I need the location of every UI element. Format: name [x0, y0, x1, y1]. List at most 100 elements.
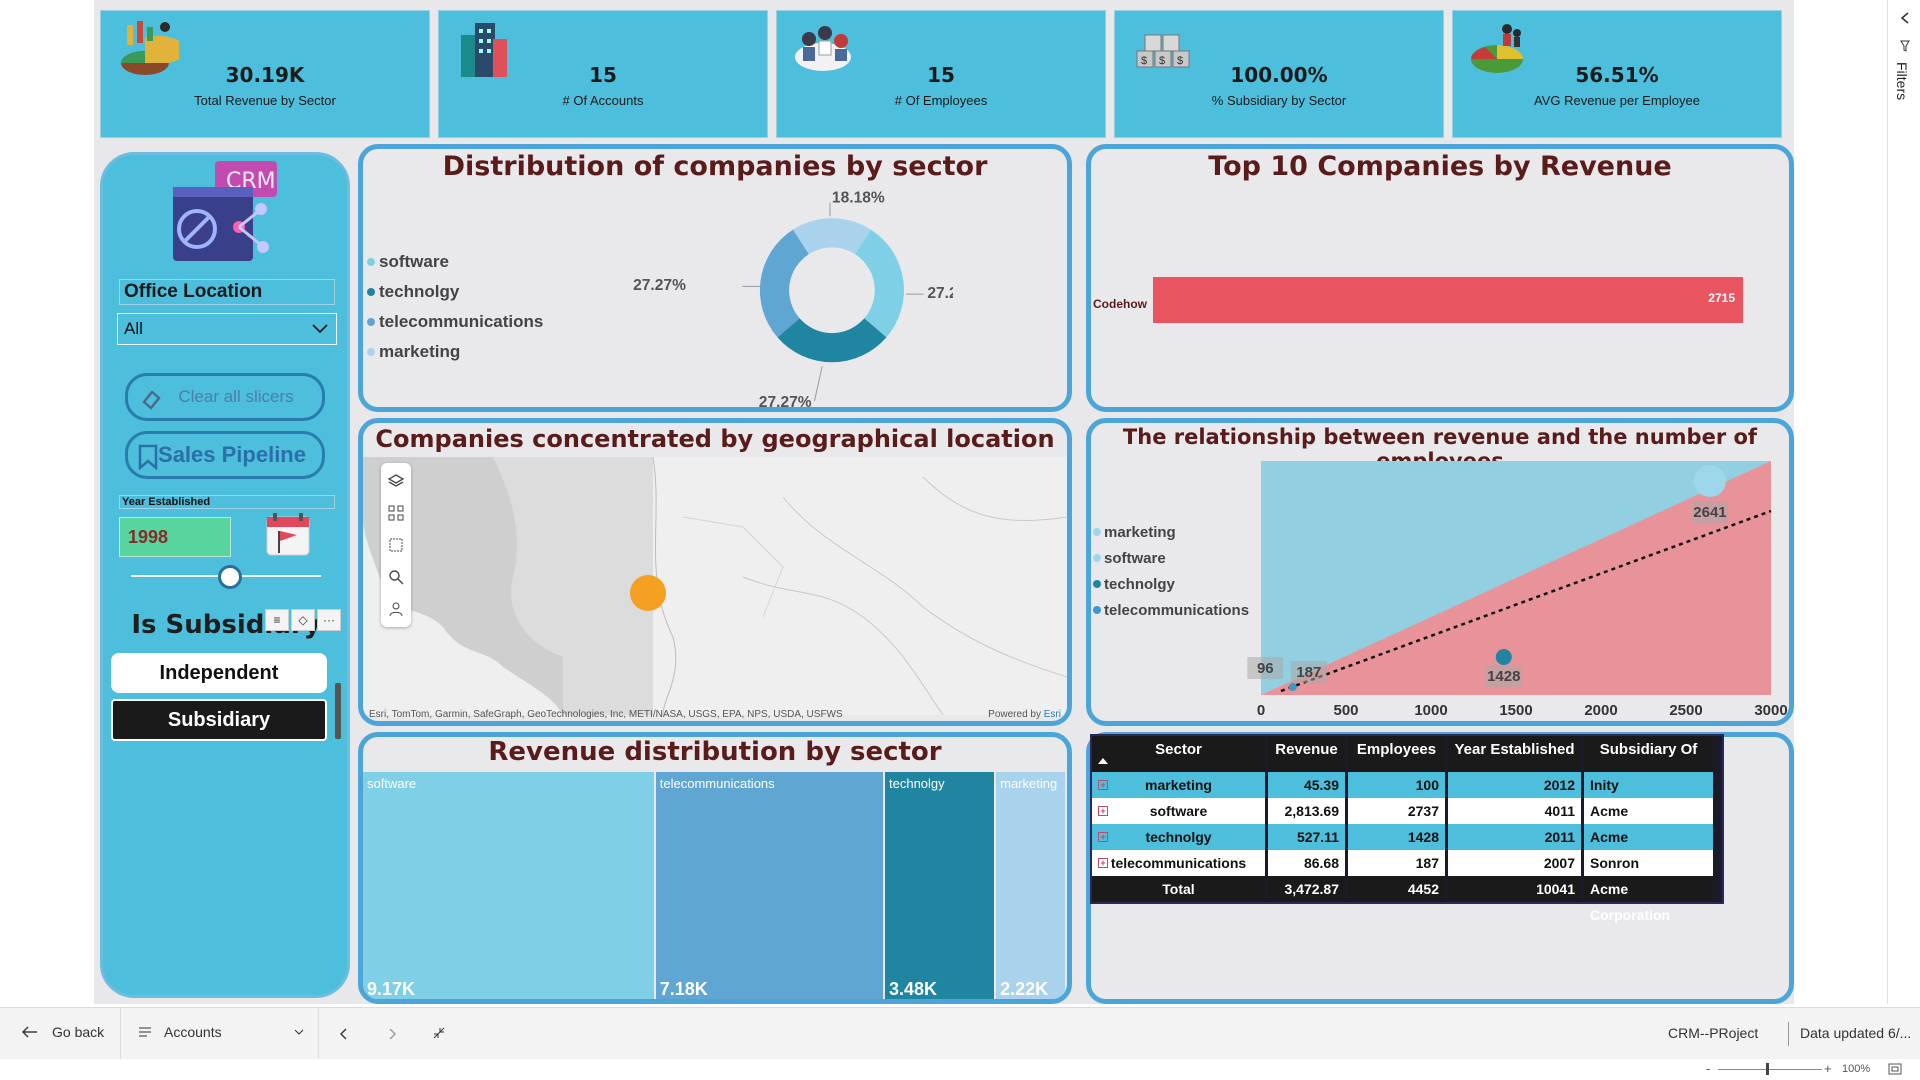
- independent-button[interactable]: Independent: [111, 653, 327, 693]
- eraser-icon: [142, 390, 161, 410]
- column-header[interactable]: Revenue: [1268, 736, 1348, 772]
- total-cell: 4452: [1348, 876, 1448, 902]
- year-established-title: Year Established: [119, 495, 335, 509]
- location-bubble[interactable]: [630, 575, 666, 611]
- menu-icon: [139, 1027, 151, 1037]
- page-selector[interactable]: Accounts: [138, 1024, 310, 1040]
- kpi-subsidiary: $ $ $ 100.00% % Subsidiary by Sector: [1114, 10, 1444, 138]
- expand-icon[interactable]: +: [1098, 832, 1108, 842]
- table-cell: Acme Corporation: [1584, 824, 1716, 871]
- zoom-out-button[interactable]: -: [1706, 1061, 1710, 1076]
- subsidiary-button[interactable]: Subsidiary: [111, 699, 327, 741]
- table-cell: + telecommunications: [1092, 850, 1268, 876]
- x-tick-label: 0: [1257, 702, 1265, 719]
- sector-table: Sector Revenue Employees Year Established Su…: [1090, 734, 1724, 923]
- status-bar: - + 100%: [0, 1059, 1920, 1080]
- esri-link[interactable]: Esri: [1044, 709, 1061, 720]
- table-cell: 2,813.69: [1268, 798, 1348, 824]
- donut-data-label: 27.27%: [633, 277, 686, 294]
- select-area-icon[interactable]: [388, 537, 404, 553]
- sort-ascending-icon[interactable]: [1098, 758, 1108, 764]
- treemap-tile-software[interactable]: software 9.17K: [363, 772, 654, 999]
- clear-all-slicers-button[interactable]: Clear all slicers: [125, 373, 325, 421]
- revenue-bar[interactable]: 2715: [1153, 277, 1743, 323]
- legend-item[interactable]: technolgy: [367, 277, 543, 307]
- treemap-tile-label: telecommunications: [659, 776, 775, 791]
- top10-panel: Top 10 Companies by Revenue Codehow 2715: [1086, 144, 1794, 412]
- bookmark-icon: [138, 444, 158, 470]
- legend-dot-icon: [367, 258, 375, 266]
- x-tick-label: 2500: [1669, 702, 1702, 719]
- table-cell: 4011: [1448, 798, 1584, 824]
- search-icon[interactable]: [388, 569, 404, 585]
- year-established-input[interactable]: 1998: [119, 517, 231, 557]
- column-header[interactable]: Sector: [1092, 736, 1268, 772]
- scatter-point-software[interactable]: [1693, 465, 1726, 497]
- kpi-accounts: 15 # Of Accounts: [438, 10, 768, 138]
- table-row[interactable]: + marketing 45.39 100 2012 Inity: [1092, 772, 1722, 798]
- donut-data-label: 27.27%: [759, 394, 812, 409]
- more-options-icon[interactable]: ···: [317, 609, 341, 631]
- treemap-tile-technolgy[interactable]: technolgy 3.48K: [885, 772, 995, 999]
- year-slider-thumb[interactable]: [218, 565, 242, 589]
- clear-all-slicers-label: Clear all slicers: [178, 387, 294, 406]
- scatter-data-label: 187: [1296, 664, 1321, 681]
- kpi-label: # Of Employees: [894, 93, 988, 108]
- legend-item[interactable]: telecommunications: [367, 307, 543, 337]
- qr-icon[interactable]: [388, 505, 404, 521]
- table-row[interactable]: + technolgy 527.1114282011Acme Corporation: [1092, 824, 1722, 871]
- previous-page-icon[interactable]: [338, 1027, 350, 1041]
- table-cell: 45.39: [1268, 772, 1348, 798]
- office-location-dropdown[interactable]: All: [117, 313, 337, 345]
- fit-page-icon[interactable]: [1888, 1063, 1902, 1075]
- filter-icon: [1900, 40, 1910, 52]
- person-icon[interactable]: [388, 601, 404, 617]
- table-cell: Acme Corporation: [1584, 798, 1716, 845]
- column-header[interactable]: Employees: [1348, 736, 1448, 772]
- table-cell: 2737: [1348, 798, 1448, 824]
- map-canvas[interactable]: [363, 457, 1067, 715]
- visual-header-tools: ≡ ◇ ···: [265, 609, 341, 631]
- kpi-employees: 15 # Of Employees: [776, 10, 1106, 138]
- bottom-navigation-bar: Go back Accounts CRM--PRoject Data updat…: [0, 1007, 1920, 1060]
- eraser-small-icon[interactable]: ◇: [291, 609, 315, 631]
- map-panel: Companies concentrated by geographical l…: [358, 418, 1072, 726]
- go-back-button[interactable]: Go back: [22, 1024, 104, 1040]
- zoom-in-button[interactable]: +: [1824, 1061, 1832, 1076]
- treemap-tile-telecommunications[interactable]: telecommunications 7.18K: [655, 772, 883, 999]
- legend-item[interactable]: marketing: [367, 337, 543, 367]
- collapse-icon[interactable]: [432, 1026, 446, 1040]
- table-row[interactable]: + telecommunications 86.68 187 2007 Sonron: [1092, 850, 1722, 876]
- expand-icon[interactable]: +: [1098, 858, 1108, 868]
- scatter-point-telecommunications[interactable]: [1288, 683, 1297, 691]
- layers-icon[interactable]: [388, 473, 404, 489]
- donut-chart[interactable]: 18.18% 27.27% 27.27% 27.27%: [633, 189, 953, 409]
- kpi-value: 30.19K: [225, 63, 305, 87]
- kpi-label: % Subsidiary by Sector: [1211, 93, 1347, 108]
- donut-data-label: 18.18%: [832, 190, 885, 207]
- expand-icon[interactable]: +: [1098, 806, 1108, 816]
- scatter-point-technolgy[interactable]: [1495, 649, 1512, 665]
- slicer-scrollbar[interactable]: [335, 683, 341, 739]
- filter-icon[interactable]: ≡: [265, 609, 289, 631]
- treemap-tile-value: 3.48K: [889, 979, 938, 999]
- treemap-tile-marketing[interactable]: marketing 2.22K: [996, 772, 1065, 999]
- chevron-left-icon[interactable]: [1899, 12, 1911, 24]
- table-row[interactable]: + software 2,813.6927374011Acme Corporatio…: [1092, 798, 1722, 845]
- filters-pane[interactable]: Filters: [1887, 0, 1920, 1004]
- legend-item[interactable]: software: [367, 247, 543, 277]
- zoom-slider-thumb[interactable]: [1766, 1063, 1769, 1075]
- table-cell: + technolgy: [1092, 824, 1268, 850]
- next-page-icon[interactable]: [386, 1027, 398, 1041]
- legend-dot-icon: [367, 288, 375, 296]
- leader-line: [813, 366, 823, 402]
- column-header[interactable]: Subsidiary Of: [1584, 736, 1716, 772]
- scatter-panel: The relationship between revenue and the…: [1086, 418, 1794, 726]
- scatter-chart[interactable]: 96 187 1428 2641 0 500 1000 1500 2000 2500 3000: [1091, 423, 1789, 721]
- sales-pipeline-button[interactable]: Sales Pipeline: [125, 431, 325, 479]
- sales-pipeline-label: Sales Pipeline: [158, 442, 306, 467]
- expand-icon[interactable]: +: [1098, 780, 1108, 790]
- column-header[interactable]: Year Established: [1448, 736, 1584, 772]
- kpi-label: Total Revenue by Sector: [194, 93, 336, 108]
- zoom-slider-track[interactable]: [1718, 1069, 1822, 1070]
